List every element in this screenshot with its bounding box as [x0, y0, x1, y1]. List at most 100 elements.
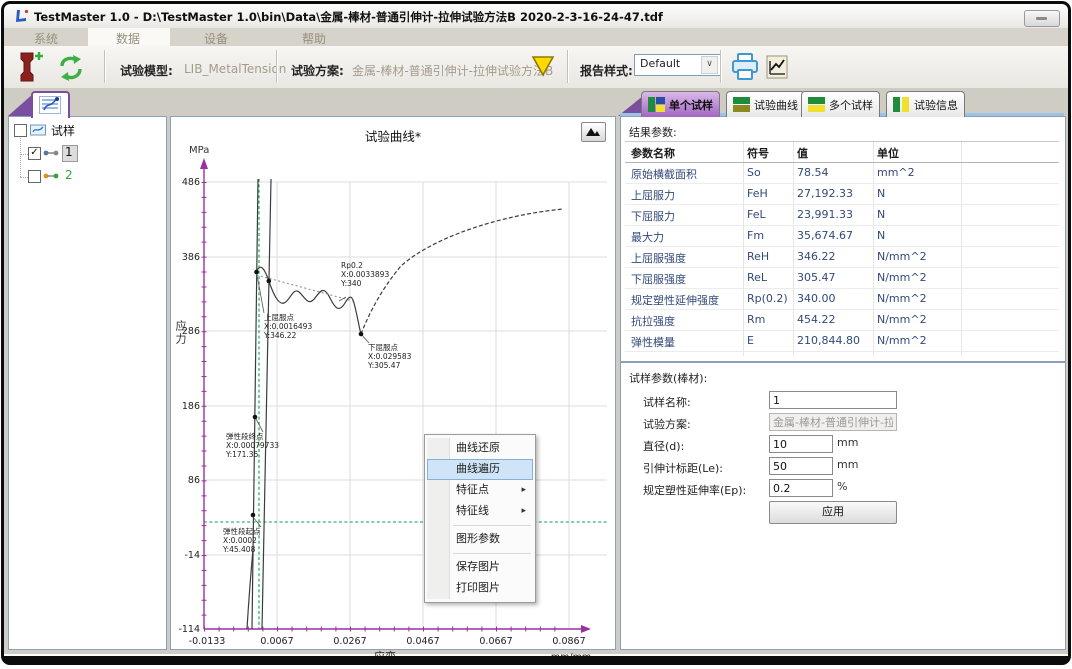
table-row: 最大力Fm35,674.67N [625, 226, 1059, 247]
tree-item-2-label[interactable]: 2 [65, 168, 73, 182]
tab-test-curve[interactable]: 试验曲线 [726, 91, 805, 117]
tab-label: 试验曲线 [754, 97, 798, 113]
annotation-elastic-end: 弹性段终点X:0.00079733Y:171.35 [226, 432, 279, 459]
svg-text:186: 186 [182, 401, 200, 412]
svg-text:0.0267: 0.0267 [333, 636, 366, 647]
scheme-dropdown-icon[interactable] [531, 55, 555, 77]
toolbar-separator [567, 50, 568, 83]
annotation-rp02: Rp0.2X:0.0033893Y:340 [341, 261, 389, 288]
tree-root-checkbox[interactable] [14, 124, 27, 137]
tree-item-2-checkbox[interactable] [28, 170, 41, 183]
tab-multi-specimen[interactable]: 多个试样 [801, 91, 880, 117]
svg-text:486: 486 [182, 177, 200, 188]
submenu-arrow-icon: ▸ [521, 481, 526, 499]
apply-button[interactable]: 应用 [769, 501, 897, 524]
menu-item-graph-params[interactable]: 图形参数 [427, 529, 533, 550]
y-tick-labels: 486 386 286 186 86 -14 -114 [178, 177, 200, 635]
ep-input[interactable] [769, 479, 833, 497]
svg-text:0.0067: 0.0067 [260, 636, 293, 647]
report-chart-icon[interactable] [764, 54, 790, 80]
specimen-tree-panel: 试样 ✓ 1 2 [8, 116, 167, 650]
chart-context-menu: 曲线还原 曲线遍历 特征点▸ 特征线▸ 图形参数 保存图片 打印图片 [424, 434, 536, 603]
specimen-group-icon [30, 124, 46, 136]
diameter-unit: mm [837, 436, 858, 449]
menu-separator [453, 525, 531, 526]
tab-label: 多个试样 [829, 97, 873, 113]
menu-bar: 系统 数据 设备 帮助 [4, 28, 1068, 46]
col-symbol: 符号 [747, 145, 769, 161]
tree-root-label[interactable]: 试样 [51, 122, 75, 139]
menu-item-curve-traverse[interactable]: 曲线遍历 [427, 459, 533, 480]
svg-text:-0.0133: -0.0133 [189, 636, 226, 647]
scheme-label: 试验方案: [291, 62, 344, 79]
table-row: 上屈服力FeH27,192.33N [625, 184, 1059, 205]
tree-item-1-label[interactable]: 1 [65, 145, 73, 159]
menu-item-save-image[interactable]: 保存图片 [427, 557, 533, 578]
minimize-icon [1036, 17, 1047, 20]
print-icon[interactable] [730, 52, 760, 82]
x-axis-title: 应变 [374, 649, 396, 663]
specimen-name-input[interactable] [769, 391, 897, 409]
scheme-field-label: 试验方案: [643, 416, 691, 432]
col-value: 值 [797, 145, 808, 161]
chart-plot[interactable]: MPa 486 386 286 186 86 -14 -114 -0.0133 … [171, 117, 615, 669]
gauge-length-input[interactable] [769, 457, 833, 475]
diameter-input[interactable] [769, 435, 833, 453]
menu-item-curve-restore[interactable]: 曲线还原 [427, 438, 533, 459]
y-unit-label: MPa [189, 145, 209, 156]
table-row: 上屈服强度ReH346.22N/mm^2 [625, 247, 1059, 268]
table-header-row: 参数名称 符号 值 单位 [625, 142, 1059, 163]
svg-text:0.0467: 0.0467 [406, 636, 439, 647]
menu-item-data[interactable]: 数据 [116, 30, 140, 47]
table-row: 抗拉强度Rm454.22N/mm^2 [625, 310, 1059, 331]
specimen-icon [43, 172, 59, 180]
menu-item-print-image[interactable]: 打印图片 [427, 578, 533, 599]
table-row: 下屈服强度ReL305.47N/mm^2 [625, 268, 1059, 289]
window-title: TestMaster 1.0 - D:\TestMaster 1.0\bin\D… [34, 9, 663, 25]
tab-single-specimen[interactable]: 单个试样 [641, 91, 720, 117]
svg-text:86: 86 [188, 475, 200, 486]
minimize-button[interactable] [1024, 10, 1060, 27]
results-table: 参数名称 符号 值 单位 原始横截面积So78.54mm^2 上屈服力FeH27… [625, 141, 1059, 356]
app-logo-icon [14, 8, 30, 24]
col-unit: 单位 [877, 145, 899, 161]
table-row: 弹性模量E210,844.80N/mm^2 [625, 331, 1059, 352]
toolbar: 试验模型: LIB_MetalTension 试验方案: 金属-棒材-普通引伸计… [4, 46, 1068, 89]
report-style-value: Default [640, 57, 680, 70]
menu-item-feature-lines[interactable]: 特征线▸ [427, 501, 533, 522]
table-row: 下屈服力FeL23,991.33N [625, 205, 1059, 226]
svg-text:0.0867: 0.0867 [552, 636, 585, 647]
specimen-name-label: 试样名称: [643, 394, 691, 410]
tab-specimen-tree[interactable] [31, 91, 70, 118]
model-label: 试验模型: [120, 62, 173, 79]
ep-unit: % [837, 480, 847, 493]
svg-text:-14: -14 [184, 550, 200, 561]
results-title: 结果参数: [629, 124, 677, 140]
svg-text:0.0667: 0.0667 [479, 636, 512, 647]
curve-list-icon [39, 96, 61, 114]
tab-test-info[interactable]: 试验信息 [886, 91, 965, 117]
table-row: 规定塑性延伸强度Rp(0.2)340.00N/mm^2 [625, 289, 1059, 310]
tree-item-1-checkbox[interactable]: ✓ [28, 147, 41, 160]
gridlines [204, 182, 607, 629]
specimen-params-panel: 试样参数(棒材): 试样名称: 试验方案: 直径(d): mm 引伸计标距(Le… [620, 362, 1066, 650]
menu-item-system[interactable]: 系统 [34, 30, 58, 47]
menu-item-device[interactable]: 设备 [204, 30, 228, 47]
title-bar: TestMaster 1.0 - D:\TestMaster 1.0\bin\D… [4, 4, 1068, 28]
gauge-length-label: 引伸计标距(Le): [643, 460, 723, 476]
menu-item-feature-points[interactable]: 特征点▸ [427, 480, 533, 501]
menu-item-help[interactable]: 帮助 [302, 30, 326, 47]
chevron-down-icon: ∨ [701, 56, 718, 74]
annotation-lower-yield: 下屈服点X:0.029583Y:305.47 [368, 343, 411, 370]
new-specimen-icon[interactable] [16, 50, 46, 84]
x-unit-label: mm/mm [551, 652, 591, 663]
y-axis-title: 应力 [172, 320, 188, 346]
multi-specimen-icon [808, 97, 825, 112]
refresh-icon[interactable] [56, 54, 86, 82]
chart-panel: 试验曲线* 应力 [170, 116, 616, 650]
svg-text:386: 386 [182, 252, 200, 263]
report-style-select[interactable]: Default ∨ [634, 54, 721, 76]
single-specimen-icon [648, 97, 665, 112]
y-axis-arrow [200, 158, 208, 169]
tree-connector [20, 177, 28, 178]
